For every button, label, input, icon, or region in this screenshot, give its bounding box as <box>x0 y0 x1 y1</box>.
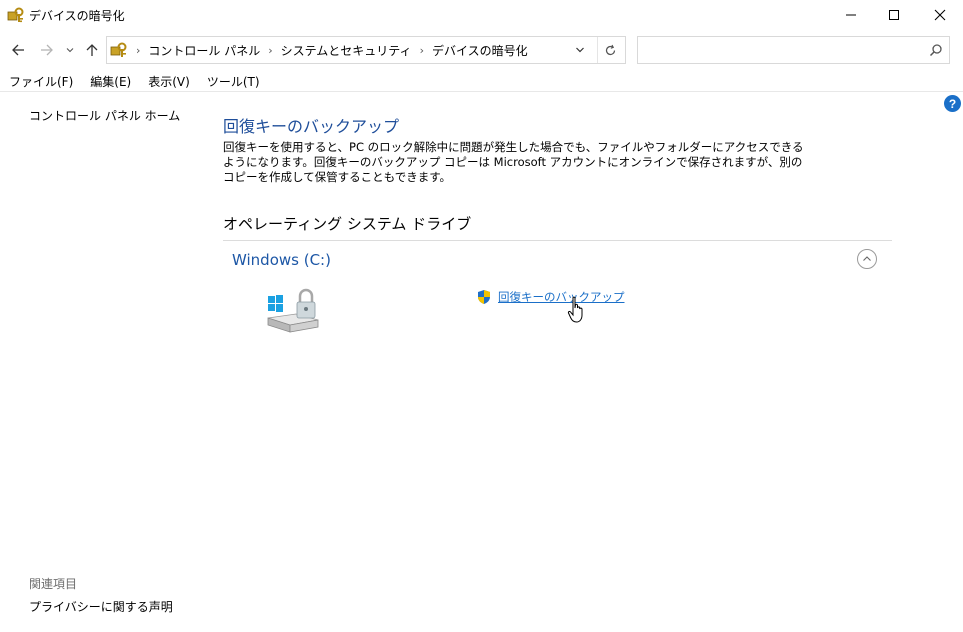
maximize-icon <box>889 10 899 20</box>
collapse-button[interactable] <box>857 249 877 269</box>
page-title: 回復キーのバックアップ <box>223 117 400 136</box>
recent-locations-button[interactable] <box>64 41 76 59</box>
breadcrumb-device-encryption[interactable]: デバイスの暗号化 <box>432 42 528 59</box>
backup-recovery-key-link[interactable]: 回復キーのバックアップ <box>498 289 625 305</box>
control-panel-home-link[interactable]: コントロール パネル ホーム <box>29 107 180 124</box>
breadcrumb: › コントロール パネル › システムとセキュリティ › デバイスの暗号化 <box>107 37 528 63</box>
window-title: デバイスの暗号化 <box>29 9 125 23</box>
related-heading: 関連項目 <box>29 577 78 591</box>
address-dropdown-button[interactable] <box>569 37 591 63</box>
menu-bar: ファイル(F) 編集(E) 表示(V) ツール(T) <box>0 72 963 92</box>
arrow-left-icon <box>12 44 24 56</box>
search-input[interactable] <box>642 40 922 60</box>
chevron-up-icon <box>863 256 871 261</box>
breadcrumb-control-panel[interactable]: コントロール パネル <box>148 42 260 59</box>
breadcrumb-separator[interactable]: › <box>136 44 140 57</box>
hand-cursor-icon <box>567 296 583 323</box>
up-button[interactable] <box>83 41 101 59</box>
section-divider <box>223 240 892 241</box>
section-title: オペレーティング システム ドライブ <box>223 215 472 233</box>
back-button[interactable] <box>9 41 27 59</box>
close-button[interactable] <box>917 0 963 30</box>
uac-shield-icon <box>478 290 490 304</box>
help-icon: ? <box>948 96 957 111</box>
chevron-down-icon <box>66 48 74 53</box>
refresh-icon <box>605 44 616 55</box>
maximize-button[interactable] <box>871 0 917 30</box>
bitlocker-keys-icon <box>7 7 24 23</box>
breadcrumb-separator[interactable]: › <box>420 44 424 57</box>
drive-name: Windows (C:) <box>232 251 331 269</box>
arrow-right-icon <box>41 44 53 56</box>
search-icon[interactable] <box>929 43 943 57</box>
close-icon <box>934 9 946 21</box>
breadcrumb-system-security[interactable]: システムとセキュリティ <box>281 42 412 59</box>
menu-edit[interactable]: 編集(E) <box>90 73 131 90</box>
encrypted-drive-icon <box>267 288 319 333</box>
minimize-button[interactable] <box>828 0 874 30</box>
menu-view[interactable]: 表示(V) <box>148 73 190 90</box>
bitlocker-keys-icon <box>110 42 127 57</box>
chevron-down-icon <box>576 47 584 53</box>
breadcrumb-separator[interactable]: › <box>268 44 272 57</box>
search-box[interactable] <box>637 36 950 64</box>
backup-recovery-key-action[interactable]: 回復キーのバックアップ <box>476 289 625 305</box>
page-description: 回復キーを使用すると、PC のロック解除中に問題が発生した場合でも、ファイルやフ… <box>223 140 804 184</box>
forward-button[interactable] <box>38 41 56 59</box>
minimize-icon <box>846 14 856 16</box>
privacy-statement-link[interactable]: プライバシーに関する声明 <box>29 598 173 615</box>
title-bar: デバイスの暗号化 <box>0 0 963 30</box>
help-button[interactable]: ? <box>944 95 961 112</box>
refresh-button[interactable] <box>597 37 623 63</box>
arrow-up-icon <box>86 44 98 56</box>
menu-file[interactable]: ファイル(F) <box>9 73 73 90</box>
menu-tools[interactable]: ツール(T) <box>207 73 260 90</box>
address-bar[interactable]: › コントロール パネル › システムとセキュリティ › デバイスの暗号化 <box>106 36 626 64</box>
